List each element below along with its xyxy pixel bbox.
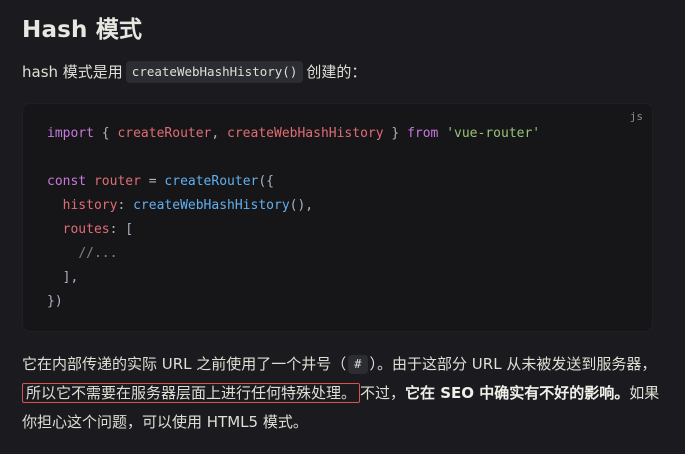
code-line: }) bbox=[47, 290, 540, 314]
code-token: , bbox=[211, 126, 228, 141]
code-token: 'vue-router' bbox=[446, 126, 541, 141]
explanation-paragraph: 它在内部传递的实际 URL 之前使用了一个井号（ # ）。由于这部分 URL 从未被… bbox=[22, 350, 662, 437]
code-token: createRouter bbox=[164, 174, 259, 189]
code-token: = bbox=[140, 174, 165, 189]
code-language-label: js bbox=[629, 110, 643, 123]
code-token: createWebHashHistory bbox=[227, 126, 384, 141]
code-token: : bbox=[117, 198, 134, 213]
inline-code-create-web-hash-history: createWebHashHistory() bbox=[125, 61, 304, 83]
para-text-3: 不过， bbox=[360, 384, 406, 402]
code-token: history bbox=[62, 198, 118, 213]
doc-page: Hash 模式 hash 模式是用 createWebHashHistory() 创… bbox=[0, 0, 685, 454]
code-token: createWebHashHistory bbox=[133, 198, 290, 213]
code-line: //... bbox=[47, 242, 540, 266]
code-token: (), bbox=[289, 198, 314, 213]
code-token: { bbox=[93, 126, 118, 141]
code-line: history: createWebHashHistory(), bbox=[47, 194, 540, 218]
code-token: //... bbox=[78, 246, 118, 261]
code-token: ], bbox=[47, 270, 79, 285]
page-title: Hash 模式 bbox=[22, 17, 143, 43]
code-token: ({ bbox=[258, 174, 274, 189]
intro-before: hash 模式是用 bbox=[22, 63, 123, 81]
intro-text: hash 模式是用 createWebHashHistory() 创建的： bbox=[22, 60, 366, 84]
code-token: createRouter bbox=[117, 126, 212, 141]
code-token: } bbox=[383, 126, 408, 141]
code-token: import bbox=[47, 126, 94, 141]
code-token: : [ bbox=[109, 222, 134, 237]
intro-after: 创建的： bbox=[306, 63, 367, 81]
code-content: import { createRouter, createWebHashHist… bbox=[47, 122, 540, 314]
code-block[interactable]: js import { createRouter, createWebHashH… bbox=[22, 103, 653, 332]
code-token: routes bbox=[62, 222, 110, 237]
code-token: const bbox=[47, 174, 87, 189]
code-token: }) bbox=[47, 294, 63, 309]
bold-seo-warning: 它在 SEO 中确实有不好的影响。 bbox=[405, 384, 630, 402]
inline-code-hash: # bbox=[348, 355, 368, 374]
para-text-1: 它在内部传递的实际 URL 之前使用了一个井号（ bbox=[22, 355, 347, 373]
code-token: router bbox=[93, 174, 141, 189]
code-line: import { createRouter, createWebHashHist… bbox=[47, 122, 540, 146]
code-token: from bbox=[407, 126, 439, 141]
highlighted-text: 所以它不需要在服务器层面上进行任何特殊处理。 bbox=[22, 383, 361, 403]
code-line: ], bbox=[47, 266, 540, 290]
code-line: const router = createRouter({ bbox=[47, 170, 540, 194]
para-text-2: ）。由于这部分 URL 从未被发送到服务器， bbox=[369, 355, 657, 373]
code-line: routes: [ bbox=[47, 218, 540, 242]
